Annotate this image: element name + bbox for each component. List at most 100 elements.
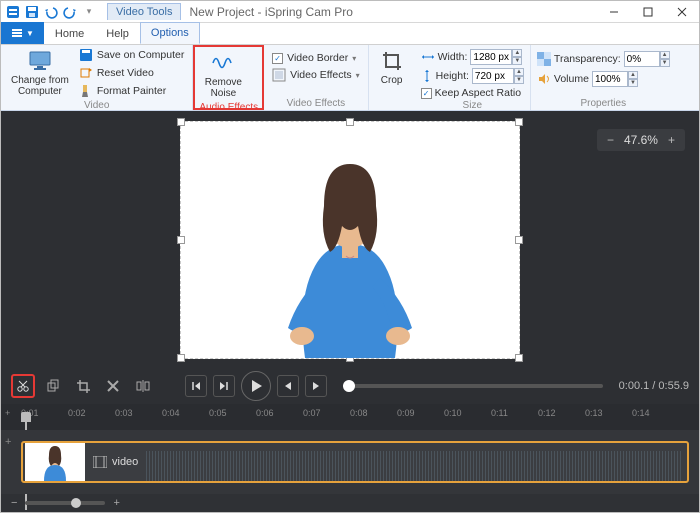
height-spinner[interactable]: ▲▼ [472,68,524,84]
scrub-handle[interactable] [343,380,355,392]
undo-icon[interactable] [43,4,59,20]
resize-handle[interactable] [515,118,523,126]
video-border-toggle[interactable]: ✓ Video Border ▾ [270,51,362,65]
width-spinner[interactable]: ▲▼ [470,49,522,65]
change-from-computer-label: Change from Computer [11,75,69,97]
copy-button[interactable] [41,374,65,398]
next-frame-button[interactable] [213,375,235,397]
ruler-tick: 0:03 [115,408,162,418]
zoom-out-button[interactable]: − [607,133,614,147]
file-menu-button[interactable]: ▼ [1,22,44,44]
ribbon-group-crop: Crop [369,45,415,110]
timeline-zoom-bar: − + [1,494,699,512]
keep-aspect-ratio-toggle[interactable]: ✓ Keep Aspect Ratio [421,87,524,99]
window-title: New Project - iSpring Cam Pro [181,5,597,19]
width-input[interactable] [470,49,512,65]
timeline-zoom-in-button[interactable]: + [113,497,119,509]
add-track-icon[interactable]: + [5,436,11,448]
ruler-tick: 0:06 [256,408,303,418]
clip-label: video [87,456,138,468]
ruler-tick: 0:08 [350,408,397,418]
timeline-ruler[interactable]: + 0:01 0:02 0:03 0:04 0:05 0:06 0:07 0:0… [1,404,699,422]
transparency-spinner[interactable]: ▲▼ [624,51,670,67]
video-tools-context-tab: Video Tools [107,3,181,20]
noise-wave-icon [211,51,235,75]
qat-dropdown-icon[interactable]: ▾ [81,4,97,20]
chevron-down-icon: ▾ [356,71,360,80]
format-painter-label: Format Painter [97,85,166,97]
app-icon [5,4,21,20]
volume-icon [537,72,551,86]
transport-bar: 0:00.1 / 0:55.9 [1,368,699,404]
ribbon-group-audio-effects: Remove Noise Audio Effects [193,45,264,110]
save-icon[interactable] [24,4,40,20]
crop-button[interactable]: Crop [375,47,409,88]
video-preview-content [181,128,519,358]
ribbon-group-size: Width: ▲▼ Height: ▲▼ ✓ Keep Aspect Ratio… [415,45,531,110]
group-label-properties: Properties [537,97,670,110]
tab-help[interactable]: Help [95,22,140,44]
height-input[interactable] [472,68,514,84]
zoom-control: − 47.6% + [597,129,685,151]
ruler-tick: 0:05 [209,408,256,418]
ruler-tick: 0:02 [68,408,115,418]
ruler-tick: 0:13 [585,408,632,418]
crop-tool-button[interactable] [71,374,95,398]
video-effects-label: Video Effects [290,69,352,81]
save-small-icon [79,48,93,62]
delete-button[interactable] [101,374,125,398]
tab-home[interactable]: Home [44,22,95,44]
step-forward-button[interactable] [305,375,327,397]
checkbox-checked-icon: ✓ [421,88,432,99]
quick-access-toolbar: ▾ [1,4,101,20]
video-border-label: Video Border [287,52,348,64]
reset-video-button[interactable]: Reset Video [77,65,187,81]
play-button[interactable] [241,371,271,401]
slider-handle[interactable] [71,498,81,508]
ruler-expand-icon[interactable]: + [5,408,10,418]
ruler-tick: 0:10 [444,408,491,418]
transparency-input[interactable] [624,51,660,67]
video-effects-dropdown[interactable]: Video Effects ▾ [270,67,362,83]
chevron-down-icon: ▾ [352,54,356,63]
volume-spinner[interactable]: ▲▼ [592,71,638,87]
checkbox-icon: ✓ [272,53,283,64]
resize-handle[interactable] [346,118,354,126]
brush-icon [79,84,93,98]
timeline-zoom-out-button[interactable]: − [11,497,17,509]
maximize-button[interactable] [631,1,665,23]
timeline-zoom-slider[interactable] [25,501,105,505]
minimize-button[interactable] [597,1,631,23]
monitor-icon [28,49,52,73]
ruler-tick: 0:12 [538,408,585,418]
cut-button[interactable] [11,374,35,398]
split-button[interactable] [131,374,155,398]
video-clip[interactable]: video [21,441,689,483]
close-button[interactable] [665,1,699,23]
app-window: ▾ Video Tools New Project - iSpring Cam … [0,0,700,513]
zoom-value: 47.6% [624,133,658,147]
playhead-row [1,422,699,430]
redo-icon[interactable] [62,4,78,20]
effects-icon [272,68,286,82]
resize-handle[interactable] [177,118,185,126]
prev-frame-button[interactable] [185,375,207,397]
scrub-bar[interactable] [343,384,603,388]
timeline-track[interactable]: + video [1,430,699,494]
zoom-in-button[interactable]: + [668,133,675,147]
save-on-computer-button[interactable]: Save on Computer [77,47,187,63]
ribbon-tabs: ▼ Home Help Options [1,23,699,45]
format-painter-button[interactable]: Format Painter [77,83,187,99]
width-label: Width: [438,51,468,63]
step-back-button[interactable] [277,375,299,397]
ruler-tick: 0:04 [162,408,209,418]
change-from-computer-button[interactable]: Change from Computer [7,47,73,99]
video-selection-frame[interactable] [180,121,520,359]
preview-stage[interactable]: − 47.6% + [1,111,699,368]
remove-noise-button[interactable]: Remove Noise [199,49,247,101]
volume-input[interactable] [592,71,628,87]
width-icon [421,51,435,63]
clip-name: video [112,456,138,468]
tab-options[interactable]: Options [140,22,200,44]
height-icon [421,69,433,83]
